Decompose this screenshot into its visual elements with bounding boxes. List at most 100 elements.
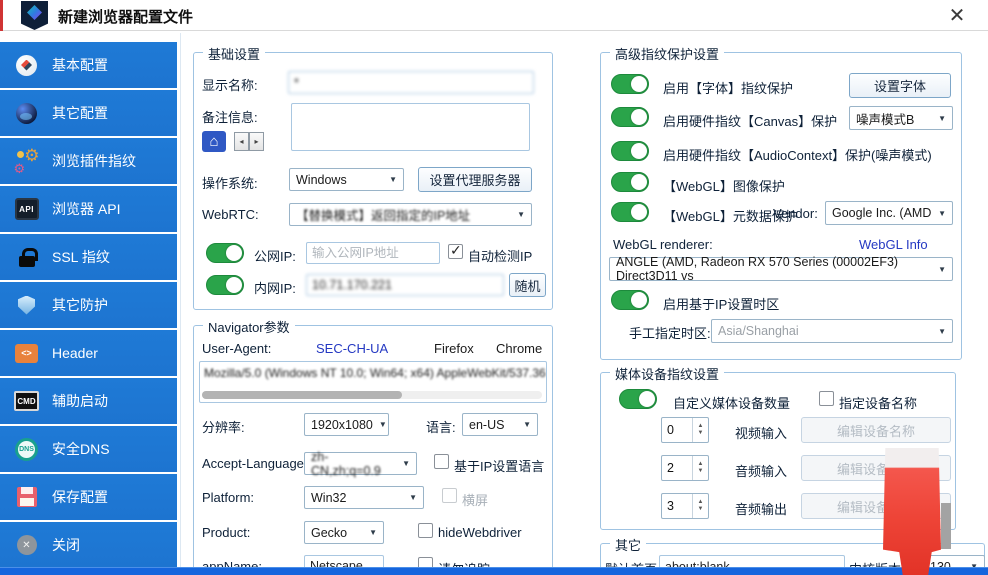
proxy-server-button[interactable]: 设置代理服务器 bbox=[418, 167, 532, 192]
sidebar-item-assist-launch[interactable]: CMD 辅助启动 bbox=[0, 378, 177, 424]
webgl-info-link[interactable]: WebGL Info bbox=[859, 237, 928, 252]
sec-ch-ua-link[interactable]: SEC-CH-UA bbox=[316, 341, 388, 356]
audiocontext-protection-toggle[interactable] bbox=[611, 141, 649, 161]
chevron-down-icon: ▼ bbox=[938, 208, 946, 218]
user-agent-box[interactable]: Mozilla/5.0 (Windows NT 10.0; Win64; x64… bbox=[199, 361, 547, 403]
api-icon: API bbox=[13, 196, 40, 222]
close-icon[interactable]: ✕ bbox=[944, 2, 970, 28]
canvas-noise-mode-select[interactable]: 噪声模式B ▼ bbox=[849, 106, 953, 130]
webgl-image-label: 【WebGL】图像保护 bbox=[663, 179, 785, 194]
webgl-image-toggle[interactable] bbox=[611, 172, 649, 192]
video-input-stepper[interactable]: 0 ▲ ▼ bbox=[661, 417, 709, 443]
sidebar-item-plugin-fingerprint[interactable]: ⚙ ⚙ 浏览插件指纹 bbox=[0, 138, 177, 184]
audio-input-stepper[interactable]: 2 ▲ ▼ bbox=[661, 455, 709, 481]
webrtc-label: WebRTC: bbox=[202, 207, 259, 222]
timezone-select[interactable]: Asia/Shanghai ▼ bbox=[711, 319, 953, 343]
stepper-arrows-icon[interactable]: ▲ ▼ bbox=[692, 418, 708, 442]
hide-webdriver-label: hideWebdriver bbox=[438, 525, 522, 540]
arrow-left-icon[interactable]: ◂ bbox=[234, 132, 249, 151]
sidebar: 基本配置 其它配置 ⚙ ⚙ 浏览插件指纹 API 浏览器 API SSL 指纹 其… bbox=[0, 40, 177, 575]
note-label: 备注信息: bbox=[202, 110, 258, 125]
canvas-protection-toggle[interactable] bbox=[611, 107, 649, 127]
ua-scrollbar-track[interactable] bbox=[202, 391, 542, 399]
webgl-meta-toggle[interactable] bbox=[611, 202, 649, 222]
other-legend: 其它 bbox=[610, 535, 647, 554]
audio-input-label: 音频输入 bbox=[735, 464, 788, 479]
arrow-right-icon[interactable]: ▸ bbox=[249, 132, 264, 151]
canvas-protection-label: 启用硬件指纹【Canvas】保护 bbox=[663, 114, 838, 129]
product-label: Product: bbox=[202, 525, 251, 540]
shield-icon bbox=[13, 292, 40, 318]
bottom-blue-strip bbox=[0, 567, 988, 575]
sidebar-item-close[interactable]: ✕ 关闭 bbox=[0, 522, 177, 568]
chevron-down-icon: ▼ bbox=[402, 459, 410, 468]
sidebar-item-header[interactable]: <> Header bbox=[0, 330, 177, 376]
os-select[interactable]: Windows ▼ bbox=[289, 168, 404, 191]
platform-label: Platform: bbox=[202, 490, 255, 505]
named-device-label: 指定设备名称 bbox=[839, 396, 918, 411]
chevron-down-icon: ▼ bbox=[938, 113, 946, 123]
display-name-input[interactable] bbox=[288, 71, 534, 94]
stepper-arrows-icon[interactable]: ▲ ▼ bbox=[692, 456, 708, 480]
content-divider bbox=[180, 33, 181, 567]
scrollbar-sliver[interactable] bbox=[941, 503, 951, 549]
ip-language-checkbox[interactable] bbox=[434, 454, 449, 469]
basic-settings-group: 基础设置 显示名称: 备注信息: ⌂ ◂ ▸ 操作系统: Windows▼ 设置… bbox=[193, 44, 553, 310]
platform-select[interactable]: Win32 ▼ bbox=[304, 486, 424, 509]
compass-icon bbox=[13, 52, 40, 78]
set-fonts-button[interactable]: 设置字体 bbox=[849, 73, 951, 98]
chevron-down-icon: ▼ bbox=[378, 420, 387, 429]
public-ip-toggle[interactable] bbox=[206, 243, 244, 263]
stepper-arrows-icon[interactable]: ▲ ▼ bbox=[692, 494, 708, 518]
manual-timezone-label: 手工指定时区: bbox=[629, 326, 711, 341]
audiocontext-protection-label: 启用硬件指纹【AudioContext】保护(噪声模式) bbox=[663, 148, 932, 163]
home-icon[interactable]: ⌂ bbox=[202, 131, 226, 152]
video-input-label: 视频输入 bbox=[735, 426, 788, 441]
sidebar-item-ssl-fingerprint[interactable]: SSL 指纹 bbox=[0, 234, 177, 280]
ua-scrollbar-thumb[interactable] bbox=[202, 391, 402, 399]
cmd-icon: CMD bbox=[13, 388, 40, 414]
chevron-down-icon: ▼ bbox=[523, 420, 531, 429]
dns-icon: DNS bbox=[13, 436, 40, 462]
language-select[interactable]: en-US ▼ bbox=[462, 413, 538, 436]
note-textarea[interactable] bbox=[291, 103, 530, 151]
sidebar-item-browser-api[interactable]: API 浏览器 API bbox=[0, 186, 177, 232]
basic-settings-legend: 基础设置 bbox=[203, 44, 266, 63]
custom-media-count-toggle[interactable] bbox=[619, 389, 657, 409]
chrome-preset-link[interactable]: Chrome bbox=[496, 341, 542, 356]
webrtc-select[interactable]: 【替换模式】返回指定的IP地址 ▼ bbox=[289, 203, 532, 226]
named-device-checkbox[interactable] bbox=[819, 391, 834, 406]
auto-detect-ip-checkbox[interactable] bbox=[448, 242, 463, 259]
plugins-icon: ⚙ ⚙ bbox=[13, 146, 40, 176]
edit-video-device-button[interactable]: 编辑设备名称 bbox=[801, 417, 951, 443]
language-label: 语言: bbox=[426, 420, 456, 435]
sidebar-item-save-config[interactable]: 保存配置 bbox=[0, 474, 177, 520]
firefox-preset-link[interactable]: Firefox bbox=[434, 341, 474, 356]
timezone-by-ip-toggle[interactable] bbox=[611, 290, 649, 310]
app-logo-icon bbox=[21, 1, 48, 30]
chevron-down-icon: ▼ bbox=[369, 528, 377, 537]
save-icon bbox=[13, 484, 40, 510]
random-ip-button[interactable]: 随机 bbox=[509, 273, 546, 297]
sidebar-item-basic-config[interactable]: 基本配置 bbox=[0, 42, 177, 88]
sidebar-item-secure-dns[interactable]: DNS 安全DNS bbox=[0, 426, 177, 472]
audio-output-stepper[interactable]: 3 ▲ ▼ bbox=[661, 493, 709, 519]
user-agent-label: User-Agent: bbox=[202, 341, 272, 356]
vendor-select[interactable]: Google Inc. (AMD ▼ bbox=[825, 201, 953, 225]
navigator-group: Navigator参数 User-Agent: SEC-CH-UA Firefo… bbox=[193, 317, 553, 575]
sidebar-item-other-config[interactable]: 其它配置 bbox=[0, 90, 177, 136]
lan-ip-input[interactable] bbox=[306, 274, 504, 296]
chevron-down-icon: ▼ bbox=[389, 175, 397, 184]
landscape-checkbox[interactable] bbox=[442, 488, 457, 503]
sidebar-item-other-protection[interactable]: 其它防护 bbox=[0, 282, 177, 328]
font-protection-toggle[interactable] bbox=[611, 74, 649, 94]
hide-webdriver-checkbox[interactable] bbox=[418, 523, 433, 538]
webgl-renderer-select[interactable]: ANGLE (AMD, Radeon RX 570 Series (00002E… bbox=[609, 255, 953, 283]
ip-language-label: 基于IP设置语言 bbox=[454, 459, 545, 474]
public-ip-input[interactable] bbox=[306, 242, 440, 264]
lan-ip-toggle[interactable] bbox=[206, 275, 244, 295]
accept-language-select[interactable]: zh-CN,zh;q=0.9 ▼ bbox=[304, 450, 417, 478]
product-select[interactable]: Gecko ▼ bbox=[304, 521, 384, 544]
close-circle-icon: ✕ bbox=[13, 532, 40, 558]
resolution-select[interactable]: 1920x1080 ▼ bbox=[304, 413, 389, 436]
